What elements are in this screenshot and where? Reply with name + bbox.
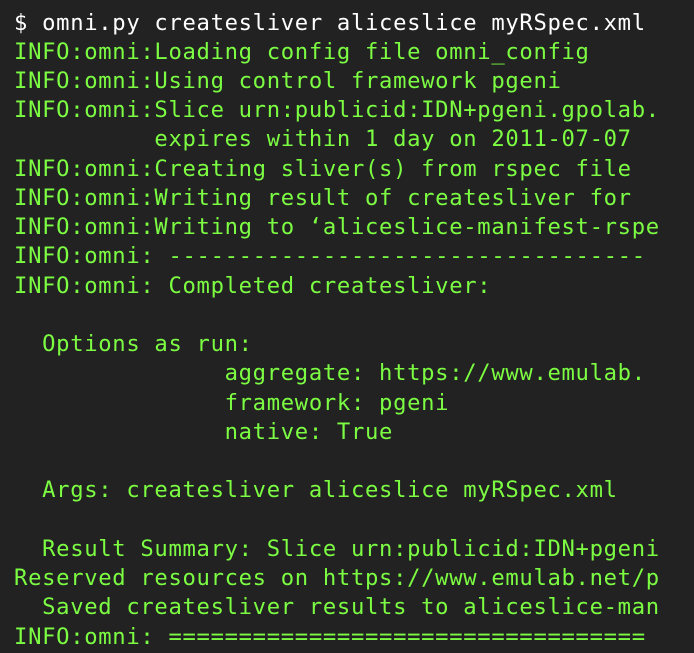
option-framework: framework: pgeni: [0, 390, 450, 416]
separator-line: INFO:omni: =============================…: [0, 624, 646, 650]
output-line: Saved createsliver results to aliceslice…: [0, 594, 660, 620]
output-line: Reserved resources on https://www.emulab…: [0, 565, 660, 591]
output-line: INFO:omni: Completed createsliver:: [0, 273, 492, 299]
output-line: INFO:omni:Using control framework pgeni: [0, 68, 562, 94]
option-native: native: True: [0, 419, 394, 445]
output-line: INFO:omni:Writing to ‘aliceslice-manifes…: [0, 214, 660, 240]
output-line: INFO:omni:Writing result of createsliver…: [0, 185, 632, 211]
output-line: INFO:omni:Loading config file omni_confi…: [0, 39, 590, 65]
command-line: $ omni.py createsliver aliceslice myRSpe…: [0, 10, 646, 36]
option-aggregate: aggregate: https://www.emulab.: [0, 360, 646, 386]
output-line: expires within 1 day on 2011-07-07: [0, 126, 632, 152]
options-header: Options as run:: [0, 331, 253, 357]
terminal-window[interactable]: $ omni.py createsliver aliceslice myRSpe…: [0, 0, 694, 653]
output-line: INFO:omni:Slice urn:publicid:IDN+pgeni.g…: [0, 97, 660, 123]
args-line: Args: createsliver aliceslice myRSpec.xm…: [0, 477, 618, 503]
separator-line: INFO:omni: -----------------------------…: [0, 243, 646, 269]
result-summary-line: Result Summary: Slice urn:publicid:IDN+p…: [0, 536, 660, 562]
output-line: INFO:omni:Creating sliver(s) from rspec …: [0, 156, 632, 182]
